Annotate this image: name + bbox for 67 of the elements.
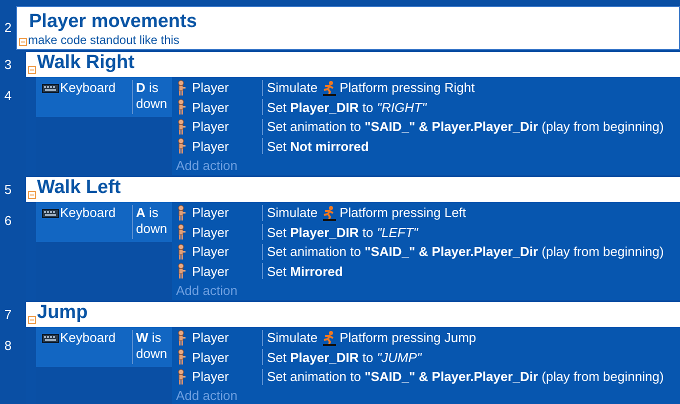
group-header[interactable]: Jump <box>26 302 680 327</box>
action-text: Set animation to "SAID_" & Player.Player_Dir (play from beginning) <box>267 118 664 136</box>
figure-icon <box>176 138 186 154</box>
keyboard-icon <box>42 334 59 343</box>
condition-text: D is down <box>136 80 168 112</box>
action-text: Set Player_DIR to "RIGHT" <box>267 98 427 117</box>
figure-icon <box>176 224 186 240</box>
collapse-icon[interactable] <box>19 38 27 46</box>
condition-text: W is down <box>136 330 168 362</box>
figure-icon <box>176 263 186 280</box>
keyboard-icon <box>42 84 59 93</box>
line-number: 7 <box>4 308 12 324</box>
action-text: Set Player_DIR to "JUMP" <box>267 348 422 367</box>
figure-icon <box>176 368 186 385</box>
action-text: Simulate <box>267 204 318 222</box>
runner-icon <box>320 80 337 96</box>
action-text: Set Mirrored <box>267 262 343 280</box>
condition-object: Keyboard <box>60 205 117 221</box>
action-text: Set animation to "SAID_" & Player.Player_Dir (play from beginning) <box>267 368 664 386</box>
group-header[interactable]: Walk Right <box>26 52 680 77</box>
action-object: Player <box>192 262 230 281</box>
action-object: Player <box>192 329 230 347</box>
line-number: 8 <box>4 339 12 355</box>
figure-icon <box>176 349 186 366</box>
keyboard-icon <box>42 209 59 218</box>
collapse-icon[interactable] <box>28 66 36 74</box>
line-number: 4 <box>4 89 12 105</box>
action-text: Set Player_DIR to "LEFT" <box>267 224 418 242</box>
action-object: Player <box>192 98 230 117</box>
group-title: Walk Right <box>37 52 134 74</box>
action-object: Player <box>192 243 230 261</box>
condition-object: Keyboard <box>60 330 117 346</box>
action-text: Set animation to "SAID_" & Player.Player_Dir (play from beginning) <box>267 243 664 261</box>
action-object: Player <box>192 138 230 156</box>
figure-icon <box>176 244 186 260</box>
action-text: Set Not mirrored <box>267 138 369 156</box>
runner-icon <box>320 330 337 346</box>
group-title: Walk Left <box>37 177 121 199</box>
figure-icon <box>176 330 186 346</box>
group-title: Jump <box>37 302 88 324</box>
action-object: Player <box>192 79 230 97</box>
comment-title: Player movements <box>29 11 197 33</box>
comment-text: make code standout like this <box>28 33 180 48</box>
action-object: Player <box>192 368 230 386</box>
line-number: 6 <box>4 214 12 230</box>
action-text: Platform pressing Jump <box>340 329 476 347</box>
action-object: Player <box>192 204 230 222</box>
condition-text: A is down <box>136 205 168 237</box>
figure-icon <box>176 204 186 221</box>
action-text: Simulate <box>267 79 318 97</box>
action-text: Platform pressing Right <box>340 79 475 97</box>
action-object: Player <box>192 348 230 367</box>
figure-icon <box>176 80 186 96</box>
condition-object: Keyboard <box>60 80 117 96</box>
figure-icon <box>176 99 186 116</box>
line-number: 3 <box>4 58 12 74</box>
collapse-icon[interactable] <box>28 191 36 199</box>
line-number: 2 <box>4 21 12 37</box>
figure-icon <box>176 118 186 135</box>
group-header[interactable]: Walk Left <box>26 177 680 202</box>
collapse-icon[interactable] <box>28 316 36 324</box>
runner-icon <box>320 204 337 221</box>
action-object: Player <box>192 118 230 136</box>
action-object: Player <box>192 224 230 242</box>
action-text: Simulate <box>267 329 318 347</box>
action-text: Platform pressing Left <box>340 204 466 222</box>
line-number: 5 <box>4 183 12 199</box>
